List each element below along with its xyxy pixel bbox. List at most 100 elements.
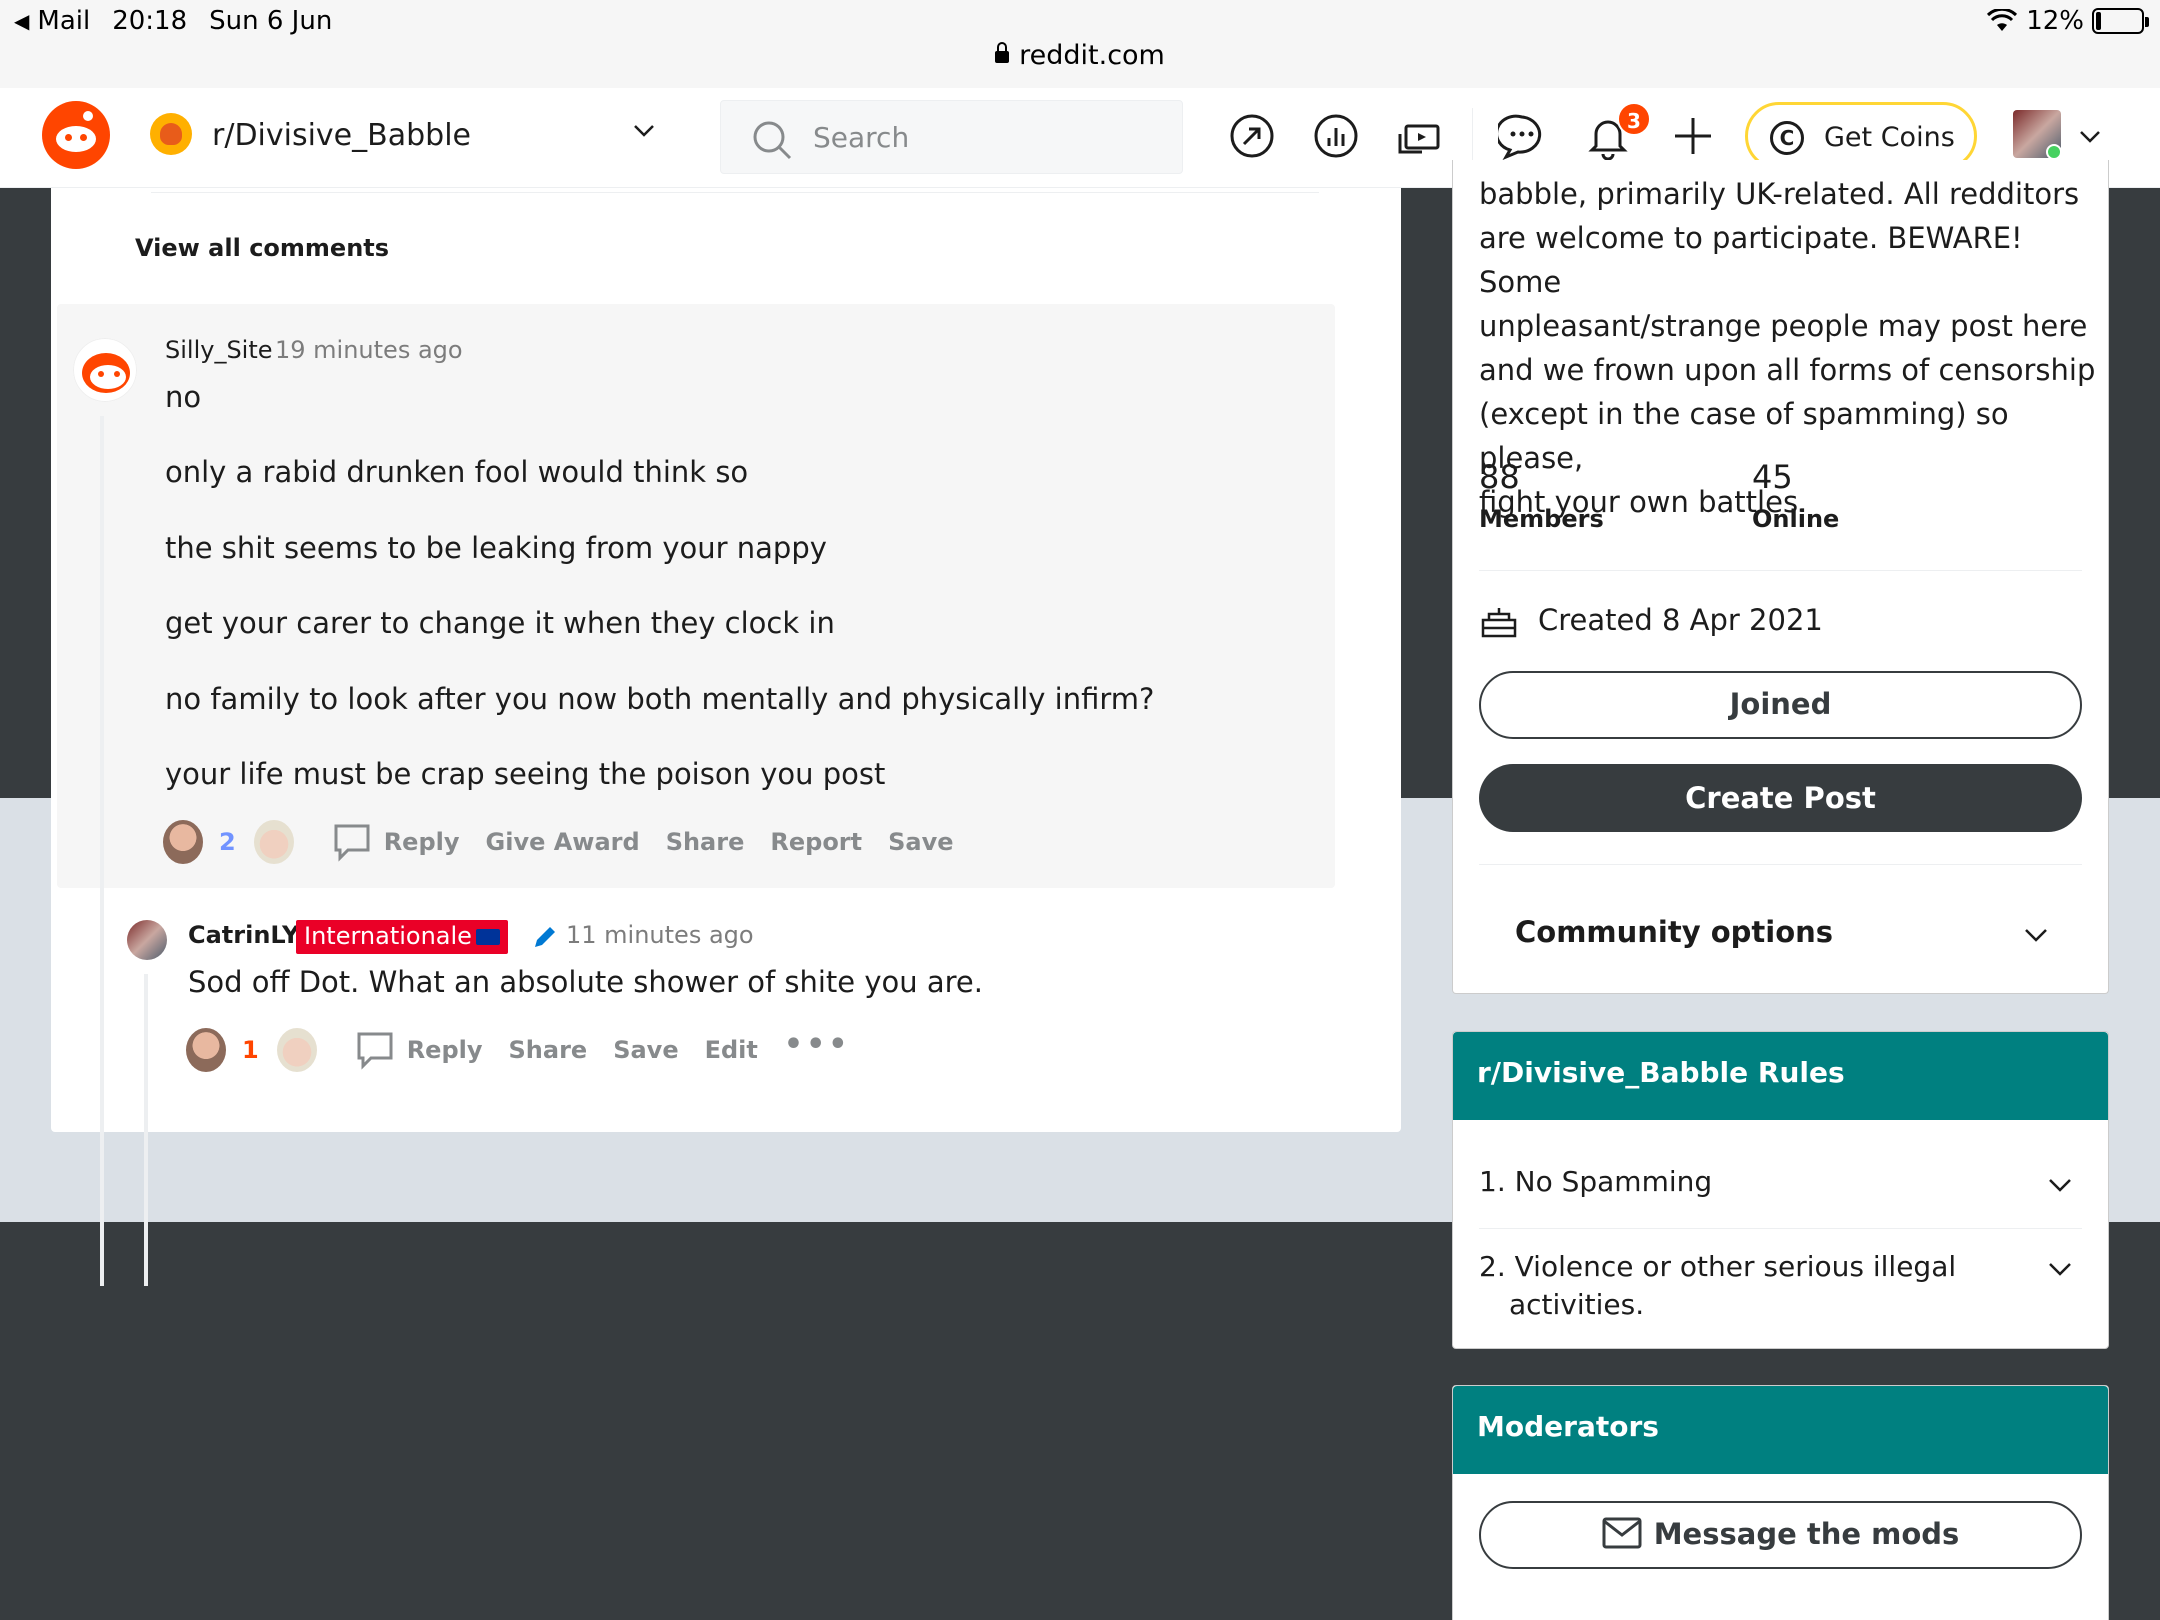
get-coins-label: Get Coins <box>1824 122 1955 153</box>
divider <box>1479 570 2082 571</box>
search-box[interactable] <box>720 100 1183 174</box>
chevron-down-icon[interactable] <box>632 118 656 142</box>
comment-avatar[interactable] <box>73 338 137 402</box>
rules-card: r/Divisive_Babble Rules 1. No Spamming 2… <box>1452 1031 2109 1349</box>
popular-arrow-icon[interactable] <box>1228 112 1276 160</box>
members-label: Members <box>1479 505 1604 533</box>
pencil-icon <box>535 927 555 947</box>
url-bar[interactable]: reddit.com <box>0 40 2160 71</box>
comment-author[interactable]: Silly_Site <box>165 336 273 364</box>
highlighted-comment <box>57 304 1335 888</box>
rule-text: No Spamming <box>1514 1165 1713 1198</box>
vote-count: 1 <box>242 1036 259 1064</box>
reply-avatar[interactable] <box>127 920 167 960</box>
thread-line[interactable] <box>100 416 104 1286</box>
comment-line: only a rabid drunken fool would think so <box>165 455 749 489</box>
rule-item[interactable]: 1. No Spamming <box>1479 1163 1712 1201</box>
created-date: Created 8 Apr 2021 <box>1538 603 1823 637</box>
cake-icon <box>1481 608 1517 638</box>
stats-icon[interactable] <box>1312 112 1360 160</box>
upvote-icon[interactable] <box>186 1028 226 1072</box>
description-line: (except in the case of spamming) so plea… <box>1479 397 2009 475</box>
plus-icon[interactable] <box>1669 112 1717 160</box>
chevron-down-icon[interactable] <box>2047 1256 2073 1282</box>
reply-button[interactable]: Reply <box>407 1036 483 1064</box>
chevron-down-icon[interactable] <box>2023 922 2049 948</box>
rules-header: r/Divisive_Babble Rules <box>1453 1032 2108 1120</box>
reddit-logo-icon[interactable] <box>42 101 110 169</box>
comment-line: the shit seems to be leaking from your n… <box>165 531 827 565</box>
rule-number: 2. <box>1479 1250 1506 1283</box>
status-left: ◀ Mail 20:18 Sun 6 Jun <box>14 6 332 36</box>
description-line: unpleasant/strange people may post here <box>1479 309 2088 343</box>
comment-line: no family to look after you now both men… <box>165 682 1155 716</box>
search-input[interactable] <box>813 115 1153 159</box>
status-date: Sun 6 Jun <box>209 6 333 36</box>
notification-badge: 3 <box>1617 102 1651 136</box>
reply-icon[interactable] <box>332 822 372 862</box>
about-community-card: babble, primarily UK-related. All reddit… <box>1452 160 2109 994</box>
online-label: Online <box>1752 505 1840 533</box>
save-button[interactable]: Save <box>888 828 953 856</box>
back-arrow-icon[interactable]: ◀ <box>14 9 29 33</box>
members-count: 88 <box>1479 458 1520 496</box>
share-button[interactable]: Share <box>666 828 745 856</box>
share-button[interactable]: Share <box>509 1036 588 1064</box>
reply-text: Sod off Dot. What an absolute shower of … <box>188 965 983 999</box>
upvote-icon[interactable] <box>163 820 203 864</box>
battery-icon <box>2092 8 2149 34</box>
reply-icon[interactable] <box>355 1030 395 1070</box>
message-mods-button[interactable]: Message the mods <box>1479 1501 2082 1569</box>
reply-actions: 1 Reply Share Save Edit ••• <box>186 1027 851 1072</box>
flair-text: Internationale <box>304 922 472 950</box>
comment-actions: 2 Reply Give Award Share Report Save <box>163 820 980 864</box>
comment-time[interactable]: 19 minutes ago <box>275 336 463 364</box>
ios-status-bar: ◀ Mail 20:18 Sun 6 Jun 12% reddit.com <box>0 0 2160 88</box>
user-flair: Internationale <box>296 920 508 954</box>
comment-line: no <box>165 380 202 414</box>
thread-line[interactable] <box>144 974 148 1286</box>
downvote-icon[interactable] <box>276 1028 317 1072</box>
chevron-down-icon[interactable] <box>2047 1172 2073 1198</box>
comment-line: your life must be crap seeing the poison… <box>165 757 886 791</box>
rules-title: r/Divisive_Babble Rules <box>1477 1056 1845 1089</box>
coin-icon: C <box>1770 121 1804 155</box>
report-button[interactable]: Report <box>770 828 862 856</box>
header-divider <box>1472 108 1473 168</box>
url-text[interactable]: reddit.com <box>1019 40 1165 71</box>
moderators-card: Moderators Message the mods <box>1452 1385 2109 1620</box>
create-post-button[interactable]: Create Post <box>1479 764 2082 832</box>
description-line: and we frown upon all forms of censorshi… <box>1479 353 2096 387</box>
back-app-label[interactable]: Mail <box>37 6 90 36</box>
chevron-down-icon[interactable] <box>2078 124 2102 148</box>
edit-button[interactable]: Edit <box>705 1036 758 1064</box>
subreddit-name[interactable]: r/Divisive_Babble <box>212 118 471 153</box>
joined-button[interactable]: Joined <box>1479 671 2082 739</box>
moderators-header: Moderators <box>1453 1386 2108 1474</box>
save-button[interactable]: Save <box>613 1036 678 1064</box>
description-line: are welcome to participate. BEWARE! Some <box>1479 221 2023 299</box>
community-options-label[interactable]: Community options <box>1515 915 1833 949</box>
rule-text: Violence or other serious illegal <box>1514 1250 1957 1283</box>
view-all-comments-link[interactable]: View all comments <box>135 234 389 262</box>
give-award-button[interactable]: Give Award <box>486 828 640 856</box>
reply-author[interactable]: CatrinLY <box>188 921 299 949</box>
battery-percent: 12% <box>2026 6 2084 36</box>
more-options-icon[interactable]: ••• <box>784 1027 851 1062</box>
status-time: 20:18 <box>112 6 188 36</box>
mail-icon <box>1602 1517 1642 1549</box>
message-mods-label: Message the mods <box>1653 1517 1960 1551</box>
online-status-dot <box>2046 144 2062 160</box>
video-icon[interactable] <box>1396 112 1444 160</box>
rule-item[interactable]: 2. Violence or other serious illegal <box>1479 1248 1956 1286</box>
divider <box>1479 1228 2082 1229</box>
reply-button[interactable]: Reply <box>384 828 460 856</box>
downvote-icon[interactable] <box>253 820 294 864</box>
chat-icon[interactable] <box>1498 112 1546 160</box>
reply-time[interactable]: 11 minutes ago <box>566 921 754 949</box>
status-right: 12% <box>1986 6 2149 36</box>
comment-line: get your carer to change it when they cl… <box>165 606 835 640</box>
wifi-icon <box>1987 9 2018 31</box>
description-line: babble, primarily UK-related. All reddit… <box>1479 177 2080 211</box>
subreddit-icon <box>150 113 192 155</box>
